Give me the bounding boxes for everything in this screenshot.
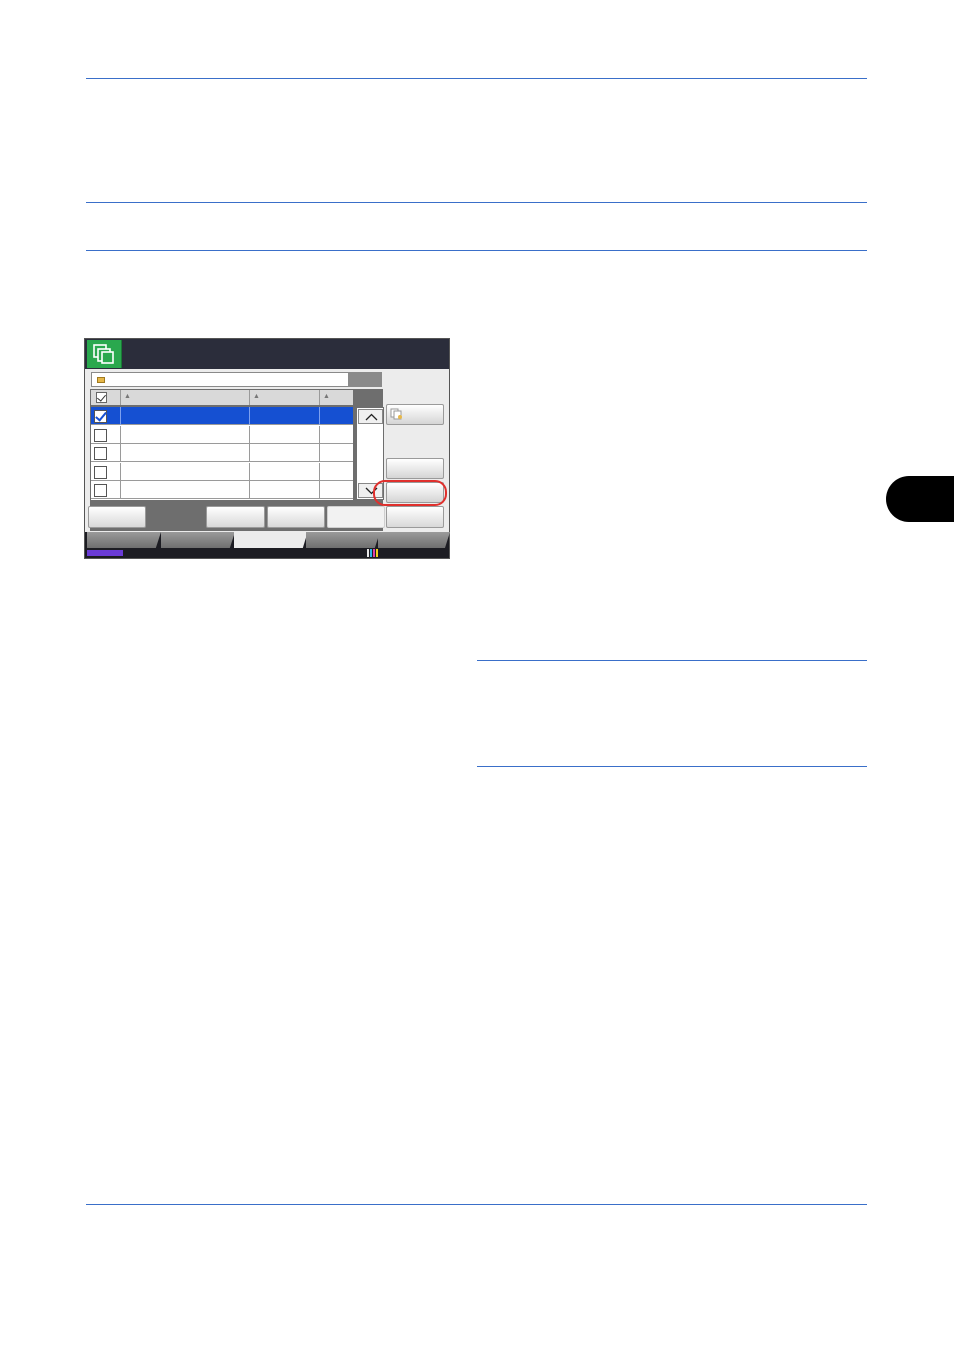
column-size[interactable]: ▲ bbox=[319, 390, 353, 405]
tab-5[interactable] bbox=[378, 532, 450, 548]
panel-tabs bbox=[85, 531, 450, 548]
scroll-up-icon[interactable] bbox=[358, 409, 383, 424]
row-divider bbox=[319, 462, 320, 481]
row-checkbox[interactable] bbox=[94, 447, 107, 460]
column-name[interactable]: ▲ bbox=[120, 390, 249, 405]
row-divider bbox=[319, 481, 320, 499]
list-item[interactable] bbox=[91, 462, 353, 481]
tab-4[interactable] bbox=[306, 532, 380, 548]
document-action-button[interactable] bbox=[386, 404, 444, 425]
top-rule bbox=[86, 78, 867, 79]
row-checkbox[interactable] bbox=[94, 465, 107, 479]
side-button-1[interactable] bbox=[386, 458, 444, 479]
row-divider bbox=[249, 462, 250, 481]
row-checkbox[interactable] bbox=[94, 484, 107, 497]
list-rows bbox=[91, 407, 353, 500]
folder-path-bar bbox=[91, 372, 349, 387]
note-rule-top bbox=[477, 660, 867, 661]
bottom-button-4 bbox=[327, 506, 385, 528]
row-divider bbox=[249, 481, 250, 499]
list-item[interactable] bbox=[91, 481, 353, 499]
row-divider bbox=[120, 481, 121, 499]
row-divider bbox=[319, 407, 320, 425]
tab-2[interactable] bbox=[161, 532, 235, 548]
select-all-checkbox-icon[interactable] bbox=[96, 392, 107, 403]
row-divider bbox=[319, 444, 320, 462]
bottom-button-1[interactable] bbox=[88, 506, 146, 528]
bottom-button-5[interactable] bbox=[386, 506, 444, 528]
row-divider bbox=[120, 462, 121, 481]
folder-icon bbox=[97, 377, 105, 383]
tab-3[interactable] bbox=[234, 531, 308, 548]
panel-work-area: ▲ ▲ ▲ bbox=[85, 369, 449, 532]
row-checkbox[interactable] bbox=[94, 428, 107, 442]
chapter-tab bbox=[886, 476, 954, 522]
row-divider bbox=[249, 407, 250, 425]
path-bar-end bbox=[349, 372, 382, 387]
bottom-button-2[interactable] bbox=[206, 506, 265, 528]
list-column-header: ▲ ▲ ▲ bbox=[91, 390, 353, 405]
highlight-ring bbox=[373, 480, 447, 506]
section-rule-1 bbox=[86, 202, 867, 203]
document-action-icon bbox=[390, 408, 402, 420]
operation-panel-screenshot: ▲ ▲ ▲ bbox=[84, 338, 450, 559]
panel-header bbox=[85, 339, 449, 369]
list-item[interactable] bbox=[91, 407, 353, 425]
bottom-button-3[interactable] bbox=[267, 506, 325, 528]
row-divider bbox=[249, 444, 250, 462]
toner-level-icon bbox=[367, 549, 379, 557]
section-rule-2 bbox=[86, 250, 867, 251]
list-item[interactable] bbox=[91, 444, 353, 462]
status-strip bbox=[85, 548, 449, 558]
list-item[interactable] bbox=[91, 425, 353, 444]
row-checkbox[interactable] bbox=[94, 410, 107, 423]
progress-bar bbox=[87, 550, 123, 556]
row-divider bbox=[249, 425, 250, 444]
row-divider bbox=[120, 425, 121, 444]
tab-1[interactable] bbox=[87, 532, 161, 548]
note-rule-bottom bbox=[477, 766, 867, 767]
column-date[interactable]: ▲ bbox=[249, 390, 319, 405]
document-box-icon bbox=[87, 340, 122, 368]
row-divider bbox=[319, 425, 320, 444]
footer-rule bbox=[86, 1204, 867, 1205]
row-divider bbox=[120, 444, 121, 462]
row-divider bbox=[120, 407, 121, 425]
